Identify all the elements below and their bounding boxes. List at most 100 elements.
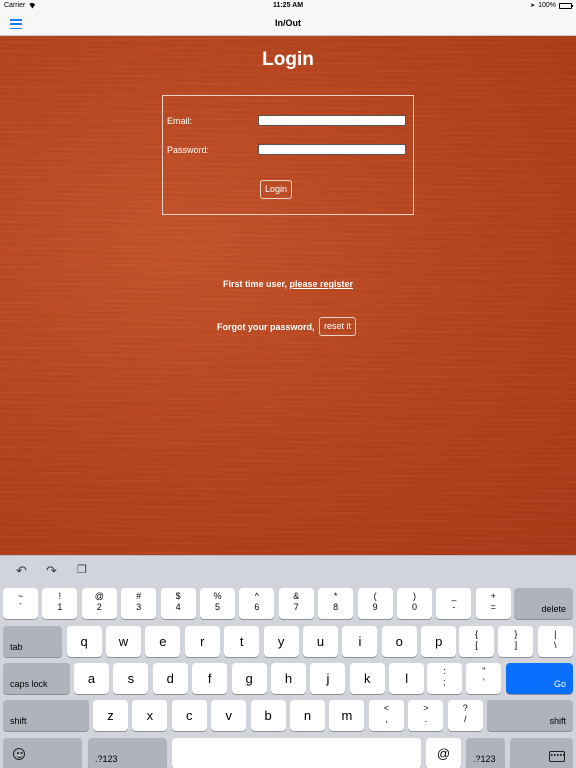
key-top-label: { [474,629,478,639]
key-label: c [186,708,193,723]
shift-right-key[interactable]: shift [487,700,573,731]
key-label: .?123 [95,754,118,764]
reset-password-button[interactable]: reset it [319,317,356,336]
key-2[interactable]: @2 [81,588,117,619]
key-bottom-label: 1 [57,602,63,612]
key-b[interactable]: b [250,700,286,731]
key-bottom-label: 4 [175,602,181,612]
redo-icon[interactable]: ↷ [46,564,57,577]
key-1[interactable]: ! 1 [42,588,78,619]
key-y[interactable]: y [263,626,299,657]
key-label: h [284,671,293,686]
shift-left-key[interactable]: shift [3,700,89,731]
key-sym-z-0[interactable]: <, [369,700,404,731]
key-8[interactable]: * 8 [318,588,354,619]
email-field[interactable] [258,115,406,126]
key-z[interactable]: z [93,700,128,731]
key-bottom-label: 7 [293,602,299,612]
key-label: u [316,634,325,649]
key-top-label: < [383,703,390,713]
key-top-label: ? [462,703,468,713]
key-l[interactable]: l [389,663,425,694]
password-field[interactable] [258,144,406,155]
keyboard-toolbar: ↶ ↷ ❐ [0,556,576,586]
key-r[interactable]: r [184,626,220,657]
key-3[interactable]: #3 [121,588,157,619]
key-m[interactable]: m [329,700,365,731]
login-form: Email: Password: Login [162,95,414,215]
key-sym-z-2[interactable]: ? / [447,700,483,731]
key-label: m [341,708,353,723]
key-`[interactable]: ~ ` [3,588,38,619]
key-label: k [364,671,371,686]
key-4[interactable]: $4 [160,588,196,619]
key-f[interactable]: f [192,663,228,694]
key-top-label: > [423,703,429,713]
key-n[interactable]: n [290,700,325,731]
key-sym-1[interactable]: }] [498,626,534,657]
key-e[interactable]: e [145,626,181,657]
key-i[interactable]: i [342,626,378,657]
key-a[interactable]: a [74,663,109,694]
numbers-key-left[interactable]: .?123 [88,738,167,768]
tab-key[interactable]: tab [3,626,62,657]
key-q[interactable]: q [66,626,102,657]
key-top-label: @ [94,591,104,601]
at-key[interactable]: @ [426,738,461,768]
key-bottom-label: ; [443,677,446,687]
key-g[interactable]: g [231,663,267,694]
key-label: j [326,671,330,686]
key-top-label: $ [175,591,181,601]
key-t[interactable]: t [224,626,260,657]
register-link[interactable]: please register [290,279,354,289]
key-=[interactable]: + = [475,588,511,619]
key-d[interactable]: d [152,663,188,694]
key-label: shift [549,716,566,726]
key-top-label: ) [413,591,416,601]
key-7[interactable]: & 7 [278,588,314,619]
key-label: q [80,634,88,649]
key-w[interactable]: w [106,626,141,657]
key-sym-0[interactable]: {[ [459,626,494,657]
go-key[interactable]: Go [506,663,573,694]
caps-lock-key[interactable]: caps lock [3,663,70,694]
key-sym-a-0[interactable]: :; [427,663,462,694]
key--[interactable]: _ - [436,588,472,619]
key-c[interactable]: c [171,700,207,731]
key-s[interactable]: s [113,663,149,694]
key-u[interactable]: u [303,626,338,657]
key-h[interactable]: h [271,663,306,694]
login-button[interactable]: Login [260,180,292,199]
key-label: shift [10,716,27,726]
key-6[interactable]: ^ 6 [239,588,275,619]
key-5[interactable]: % 5 [200,588,235,619]
key-top-label: ( [373,591,377,601]
key-p[interactable]: p [421,626,457,657]
numbers-key-right[interactable]: .?123 [466,738,505,768]
key-top-label: | [554,629,557,639]
key-o[interactable]: o [381,626,417,657]
key-label: caps lock [10,679,48,689]
key-j[interactable]: j [310,663,346,694]
space-bar[interactable] [172,738,421,768]
emoji-key[interactable] [3,738,82,768]
paste-icon[interactable]: ❐ [77,564,87,577]
key-top-label: ~ [17,591,24,601]
key-top-label: & [293,591,300,601]
key-sym-2[interactable]: | \ [537,626,573,657]
delete-key[interactable]: delete [514,588,573,619]
key-sym-a-1[interactable]: " ' [466,663,502,694]
key-bottom-label: , [385,714,388,724]
key-k[interactable]: k [349,663,385,694]
dismiss-keyboard-key[interactable] [510,738,573,768]
key-bottom-label: 6 [254,602,260,612]
status-right: ➤ 100% [530,2,573,9]
key-x[interactable]: x [132,700,168,731]
battery-icon [559,2,573,9]
key-sym-z-1[interactable]: >. [408,700,444,731]
key-0[interactable]: ) 0 [397,588,432,619]
key-bottom-label: = [490,602,496,612]
key-v[interactable]: v [211,700,247,731]
key-9[interactable]: (9 [357,588,393,619]
undo-icon[interactable]: ↶ [16,564,27,577]
